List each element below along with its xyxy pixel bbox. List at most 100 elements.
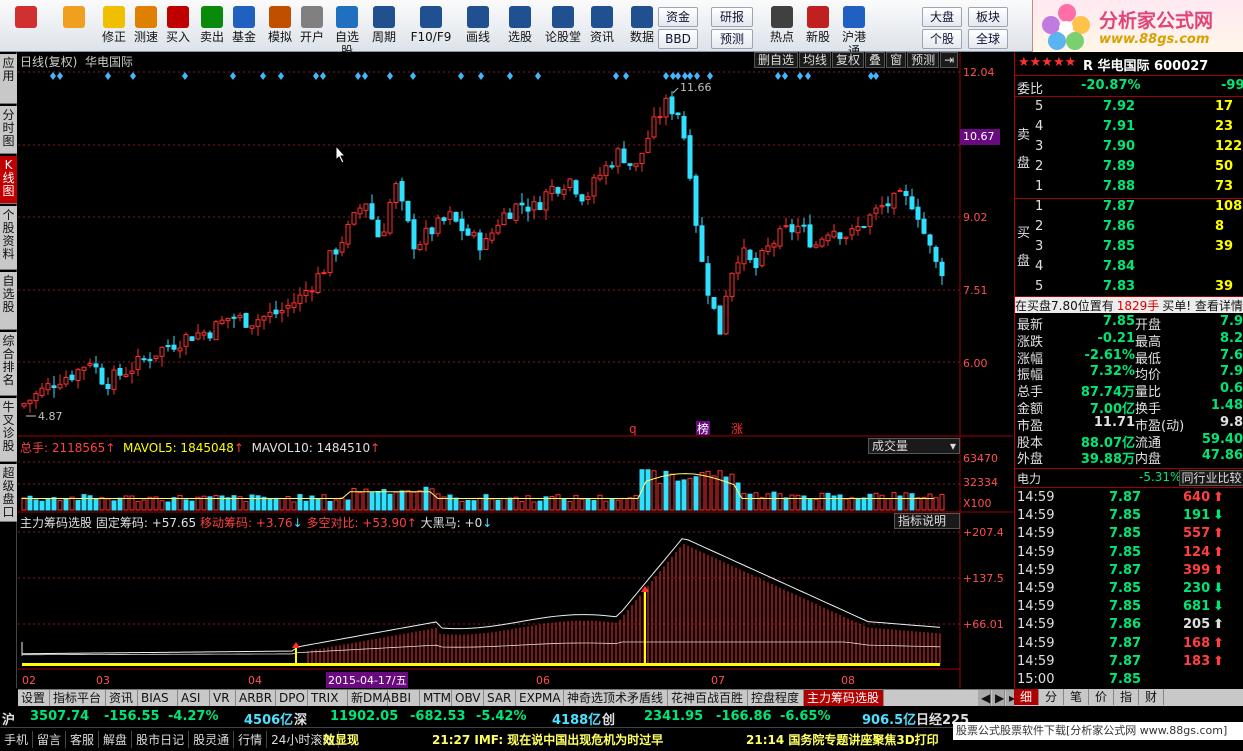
sell-volume: 23 [1215,119,1234,134]
left-tab-1[interactable]: 分时图 [0,106,17,154]
candle-body [729,272,735,297]
quote-tab-4[interactable]: 指 [1114,689,1139,705]
toolbar-btn-8[interactable]: 开户 [296,2,328,50]
news-ticker-2[interactable]: 21:14 国务院专题讲座聚焦3D打印 [746,731,939,748]
indicator-help-button[interactable]: 指标说明 [894,513,960,529]
bottom-tab-7[interactable]: DPO [276,690,308,706]
toolbar-btn-10[interactable]: 周期 [366,2,402,50]
status-item-6[interactable]: 行情 [234,731,268,748]
kline-btn-1[interactable]: 均线 [799,52,832,68]
status-item-1[interactable]: 留言 [33,731,67,748]
toolbar-btn-16[interactable]: 数据 [626,2,658,50]
kline-btn-4[interactable]: 窗 [886,52,907,68]
quote-tab-2[interactable]: 笔 [1064,689,1089,705]
kline-btn-3[interactable]: 叠 [865,52,886,68]
left-tab-6[interactable]: 牛叉诊股 [0,398,17,462]
toolbar-btn-7[interactable]: 模拟 [264,2,296,50]
bottom-tab-18[interactable]: 主力筹码选股 [804,690,884,706]
left-tab-7[interactable]: 超级盘口 [0,464,17,522]
volume-bar [345,499,351,511]
small-btn-fund[interactable]: 资金 [658,7,698,27]
indicator-ratio-arrow: ↑ [406,516,417,530]
toolbar-btn-9[interactable]: 自选股 [330,2,364,58]
status-item-2[interactable]: 客服 [66,731,100,748]
candle-body [759,249,765,267]
chart-area[interactable]: 12.04 10.67 9.02 7.51 6.00 11.66 4.87 q 榜 涨 63470 3… [18,52,1018,688]
left-tab-3[interactable]: 个股资料 [0,206,17,270]
toolbar-btn-13[interactable]: 选股 [500,2,540,50]
toolbar-btn-14[interactable]: 论股堂 [545,2,581,50]
bottom-tab-16[interactable]: 花神百战百胜 [668,690,748,706]
toolbar-btn-11[interactable]: F10/F9 [406,2,456,50]
toolbar-btn-12[interactable]: 画线 [460,2,496,50]
left-tab-5[interactable]: 综合排名 [0,332,17,396]
status-item-5[interactable]: 股灵通 [189,731,235,748]
toolbar-btn-6[interactable]: 基金 [228,2,260,50]
toolbar-btn-4[interactable]: 买入 [162,2,194,50]
bottom-tab-4[interactable]: ASI [178,690,210,706]
bottom-tab-8[interactable]: TRIX [308,690,348,706]
kline-btn-5[interactable]: 预测 [907,52,940,68]
toolbar-btn-2[interactable]: 修正 [98,2,130,50]
download-banner[interactable]: 股票公式股票软件下载[分析家公式网 www.88gs.com] [953,722,1243,740]
status-item-3[interactable]: 解盘 [99,731,133,748]
bottom-tab-9[interactable]: 新DMA [348,690,391,706]
quote-tab-1[interactable]: 分 [1039,689,1064,705]
status-item-4[interactable]: 股市日记 [132,731,190,748]
vol-mavol5: MAVOL5: 1845048 [123,441,234,455]
news-ticker-1[interactable]: 21:27 IMF: 现在说中国出现危机为时过早 [432,731,663,748]
scroll-arrow-icon-0[interactable]: ◀ [978,690,991,706]
toolbar-btn-1[interactable] [54,2,94,50]
bottom-tab-17[interactable]: 控盘程度 [748,690,804,706]
tick-volume: 681 [1183,599,1211,615]
vol-mavol10: MAVOL10: 1484510 [251,441,371,455]
bottom-tab-6[interactable]: ARBR [236,690,276,706]
sz-index-change: -682.53 [410,709,466,724]
bottom-tab-13[interactable]: SAR [484,690,516,706]
small-btn-bbd[interactable]: BBD [658,29,698,49]
kline-btn-2[interactable]: 复权 [832,52,865,68]
toolbar-btn-5[interactable]: 卖出 [196,2,228,50]
bottom-tab-15[interactable]: 神奇选顶术矛盾线 [564,690,668,706]
quote-tab-3[interactable]: 价 [1089,689,1114,705]
candle-body [333,249,339,255]
toolbar-btn-0[interactable] [2,2,50,50]
small-btn-sector[interactable]: 板块 [968,7,1008,27]
small-btn-stock[interactable]: 个股 [922,29,962,49]
quote-tab-5[interactable]: 财 [1139,689,1164,705]
left-tab-4[interactable]: 自选股 [0,272,17,330]
scroll-arrow-icon-1[interactable]: ▶ [992,690,1005,706]
bottom-tab-3[interactable]: BIAS [138,690,178,706]
candle-body [351,212,357,225]
toolbar-btn-3[interactable]: 测速 [130,2,162,50]
small-btn-forecast[interactable]: 预测 [711,29,753,49]
bottom-tab-14[interactable]: EXPMA [516,690,564,706]
left-tab-2[interactable]: K线图 [0,156,17,204]
alert-bar[interactable]: 在买盘7.80位置有 1829手 买单! 查看详情 [1015,297,1243,313]
status-item-0[interactable]: 手机 [0,731,34,748]
quote-tabs: 细分笔价指财 [1014,689,1243,706]
bottom-tab-12[interactable]: OBV [452,690,484,706]
bottom-tab-10[interactable]: BBI [388,690,420,706]
toolbar-btn-18[interactable]: 新股 [802,2,834,50]
small-btn-market[interactable]: 大盘 [922,7,962,27]
toolbar-btn-17[interactable]: 热点 [764,2,800,50]
bottom-tab-5[interactable]: VR [210,690,236,706]
arrow-up-icon: ⬆ [1213,653,1224,669]
kline-btn-0[interactable]: 删自选 [754,52,799,68]
candle-body [753,257,759,269]
small-btn-report[interactable]: 研报 [711,7,753,27]
indicator-dropdown[interactable]: 成交量 ▾ [868,438,960,454]
left-tab-0[interactable]: 应用 [0,54,17,104]
volume-bar [507,497,513,511]
quote-tab-0[interactable]: 细 [1014,689,1039,705]
pin-icon[interactable]: ⇥ [940,52,959,68]
bottom-tab-2[interactable]: 资讯 [106,690,138,706]
bottom-tab-11[interactable]: MTM [420,690,452,706]
toolbar-btn-15[interactable]: 资讯 [584,2,620,50]
peer-compare-button[interactable]: 同行业比较 [1179,470,1243,486]
bottom-tab-1[interactable]: 指标平台 [50,690,106,706]
bottom-tab-0[interactable]: 设置 [18,690,50,706]
toolbar-btn-19[interactable]: 沪港通 [838,2,870,58]
small-btn-global[interactable]: 全球 [968,29,1008,49]
